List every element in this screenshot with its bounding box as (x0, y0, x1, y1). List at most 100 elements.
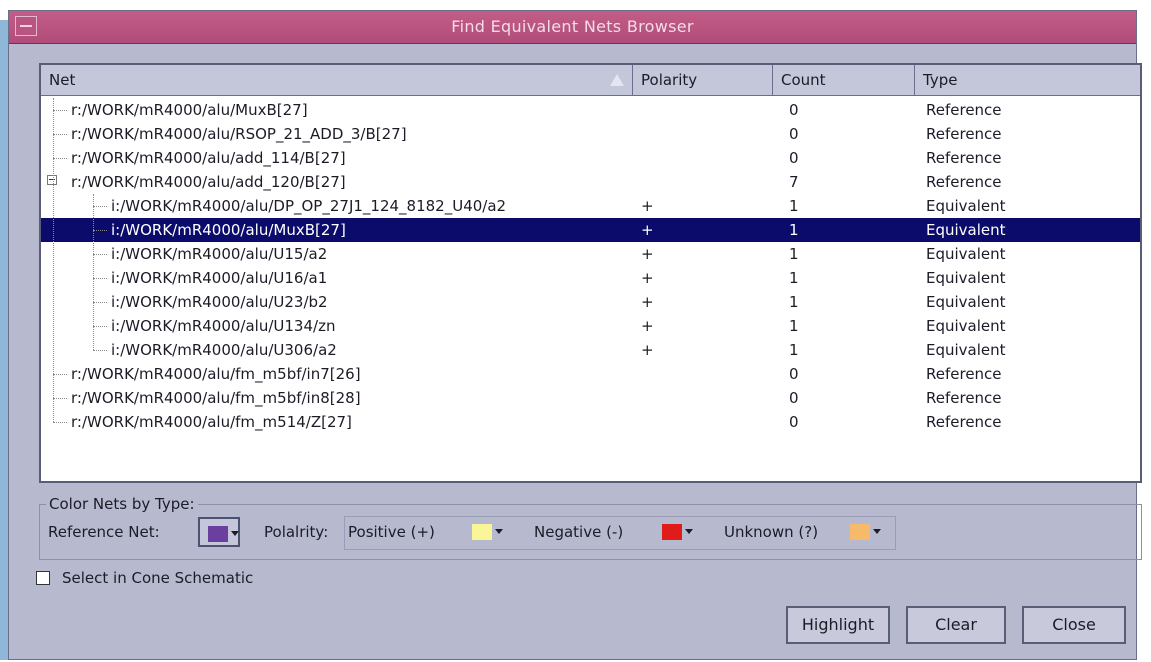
net-cell: r:/WORK/mR4000/alu/fm_m5bf/in8[28] (71, 389, 361, 407)
polarity-cell: + (641, 197, 654, 215)
dropdown-arrow-icon (685, 529, 693, 534)
table-row[interactable]: i:/WORK/mR4000/alu/MuxB[27] +1 Equivalent (41, 218, 1140, 242)
unknown-color-button[interactable] (842, 517, 884, 547)
nets-table: Net Polarity Count Type r:/WORK/mR4000/a… (39, 63, 1142, 483)
reference-net-label: Reference Net: (48, 523, 160, 541)
dropdown-arrow-icon (231, 531, 239, 536)
tree-connector (93, 302, 107, 303)
count-cell: 1 (789, 293, 799, 311)
net-cell: r:/WORK/mR4000/alu/fm_m5bf/in7[26] (71, 365, 361, 383)
count-cell: 1 (789, 197, 799, 215)
count-cell: 1 (789, 269, 799, 287)
net-cell: i:/WORK/mR4000/alu/MuxB[27] (111, 221, 346, 239)
count-cell: 0 (789, 101, 799, 119)
net-cell: i:/WORK/mR4000/alu/U134/zn (111, 317, 336, 335)
net-cell: i:/WORK/mR4000/alu/U23/b2 (111, 293, 328, 311)
negative-color-swatch (662, 524, 682, 540)
positive-color-button[interactable] (464, 517, 506, 547)
count-cell: 1 (789, 221, 799, 239)
sort-ascending-icon (610, 74, 624, 86)
unknown-label: Unknown (?) (724, 523, 819, 541)
tree-connector (53, 110, 67, 111)
collapse-icon[interactable] (47, 175, 57, 185)
type-cell: Equivalent (926, 341, 1006, 359)
count-cell: 7 (789, 173, 799, 191)
polarity-cell: + (641, 317, 654, 335)
table-row[interactable]: r:/WORK/mR4000/alu/MuxB[27] 0 Reference (41, 98, 1140, 122)
table-row[interactable]: i:/WORK/mR4000/alu/U15/a2 +1 Equivalent (41, 242, 1140, 266)
tree-connector (93, 326, 107, 327)
net-cell: r:/WORK/mR4000/alu/RSOP_21_ADD_3/B[27] (71, 125, 407, 143)
tree-connector (93, 206, 107, 207)
tree-connector (53, 398, 67, 399)
type-cell: Reference (926, 413, 1002, 431)
table-header: Net Polarity Count Type (41, 65, 1140, 96)
count-cell: 0 (789, 149, 799, 167)
net-cell: i:/WORK/mR4000/alu/DP_OP_27J1_124_8182_U… (111, 197, 507, 215)
tree-connector (93, 350, 107, 351)
dropdown-arrow-icon (873, 529, 881, 534)
net-cell: i:/WORK/mR4000/alu/U15/a2 (111, 245, 328, 263)
type-cell: Equivalent (926, 245, 1006, 263)
tree-connector (53, 98, 54, 422)
color-nets-title: Color Nets by Type: (46, 495, 198, 513)
positive-label: Positive (+) (348, 523, 435, 541)
type-cell: Equivalent (926, 221, 1006, 239)
type-cell: Reference (926, 365, 1002, 383)
column-header-net-label: Net (49, 71, 76, 89)
window-title: Find Equivalent Nets Browser (451, 17, 694, 36)
net-cell: r:/WORK/mR4000/alu/fm_m514/Z[27] (71, 413, 352, 431)
reference-color-swatch (208, 526, 228, 542)
type-cell: Reference (926, 149, 1002, 167)
count-cell: 0 (789, 125, 799, 143)
type-cell: Reference (926, 101, 1002, 119)
table-row[interactable]: r:/WORK/mR4000/alu/fm_m514/Z[27] 0 Referen… (41, 410, 1140, 434)
background-window-edge (0, 20, 8, 660)
highlight-button[interactable]: Highlight (786, 606, 890, 644)
count-cell: 0 (789, 413, 799, 431)
column-header-net[interactable]: Net (41, 65, 633, 95)
tree-connector (93, 254, 107, 255)
count-cell: 1 (789, 317, 799, 335)
net-cell: r:/WORK/mR4000/alu/add_120/B[27] (71, 173, 346, 191)
table-row[interactable]: i:/WORK/mR4000/alu/U23/b2 +1 Equivalent (41, 290, 1140, 314)
count-cell: 1 (789, 341, 799, 359)
tree-connector (93, 230, 107, 231)
type-cell: Equivalent (926, 197, 1006, 215)
dropdown-arrow-icon (495, 529, 503, 534)
column-header-type[interactable]: Type (915, 65, 1140, 95)
tree-connector (53, 422, 67, 423)
table-row[interactable]: r:/WORK/mR4000/alu/RSOP_21_ADD_3/B[27] 0 R… (41, 122, 1140, 146)
tree-connector (53, 158, 67, 159)
type-cell: Equivalent (926, 269, 1006, 287)
negative-color-button[interactable] (654, 517, 696, 547)
table-row[interactable]: i:/WORK/mR4000/alu/U134/zn +1 Equivalent (41, 314, 1140, 338)
clear-button[interactable]: Clear (906, 606, 1006, 644)
net-cell: r:/WORK/mR4000/alu/add_114/B[27] (71, 149, 346, 167)
table-row[interactable]: r:/WORK/mR4000/alu/fm_m5bf/in8[28] 0 Refer… (41, 386, 1140, 410)
polarity-cell: + (641, 341, 654, 359)
positive-color-swatch (472, 524, 492, 540)
select-in-cone-checkbox[interactable] (36, 571, 50, 585)
close-button[interactable]: Close (1022, 606, 1126, 644)
type-cell: Equivalent (926, 317, 1006, 335)
color-nets-group: Color Nets by Type: Reference Net: Polal… (39, 495, 1142, 560)
table-row[interactable]: r:/WORK/mR4000/alu/fm_m5bf/in7[26] 0 Refer… (41, 362, 1140, 386)
tree-connector (93, 278, 107, 279)
count-cell: 1 (789, 245, 799, 263)
table-row[interactable]: i:/WORK/mR4000/alu/U306/a2 +1 Equivalent (41, 338, 1140, 362)
table-row[interactable]: i:/WORK/mR4000/alu/DP_OP_27J1_124_8182_U… (41, 194, 1140, 218)
table-row[interactable]: i:/WORK/mR4000/alu/U16/a1 +1 Equivalent (41, 266, 1140, 290)
table-row[interactable]: r:/WORK/mR4000/alu/add_120/B[27] 7 Referen… (41, 170, 1140, 194)
polarity-cell: + (641, 245, 654, 263)
table-row[interactable]: r:/WORK/mR4000/alu/add_114/B[27] 0 Referen… (41, 146, 1140, 170)
column-header-count[interactable]: Count (773, 65, 915, 95)
tree-connector (53, 374, 67, 375)
column-header-polarity[interactable]: Polarity (633, 65, 773, 95)
reference-color-button[interactable] (198, 517, 240, 547)
polarity-cell: + (641, 293, 654, 311)
type-cell: Reference (926, 125, 1002, 143)
net-cell: r:/WORK/mR4000/alu/MuxB[27] (71, 101, 308, 119)
title-bar[interactable]: Find Equivalent Nets Browser (9, 11, 1136, 44)
count-cell: 0 (789, 365, 799, 383)
